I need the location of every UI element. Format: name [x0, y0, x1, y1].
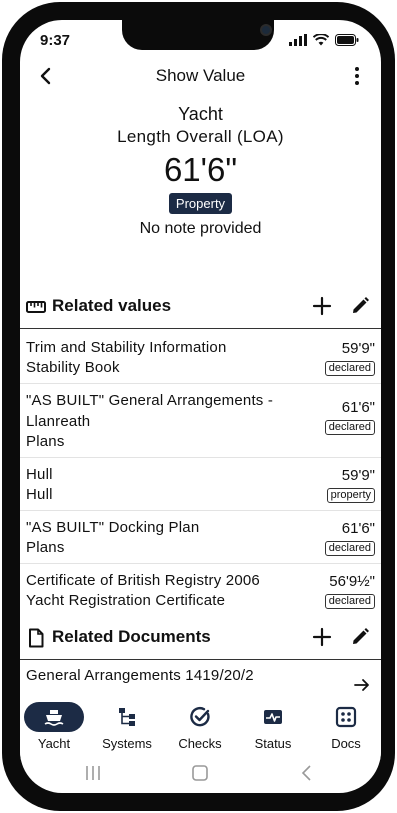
related-value-row[interactable]: Certificate of British Registry 2006 Yac… [20, 564, 381, 616]
related-documents-title: Related Documents [52, 627, 211, 646]
tab-label: Checks [178, 736, 222, 751]
value-type-tag: declared [324, 541, 375, 556]
add-related-document-button[interactable] [311, 626, 333, 648]
more-options-button[interactable] [345, 64, 369, 88]
related-value-row[interactable]: "AS BUILT" Docking Plan Plans 61'6" decl… [20, 511, 381, 564]
tab-label: Systems [102, 736, 152, 751]
arrow-right-icon [354, 679, 369, 691]
tab-docs[interactable]: Docs [310, 700, 381, 756]
cellular-signal-icon [289, 34, 307, 46]
asset-name: Yacht [178, 104, 223, 124]
battery-icon [335, 34, 359, 46]
ruler-icon [26, 301, 46, 313]
section-divider [20, 659, 381, 660]
related-value-source: Yacht Registration Certificate [26, 592, 226, 609]
add-related-value-button[interactable] [311, 295, 333, 317]
value-type-tag: property [326, 488, 375, 503]
value-type-tag: declared [324, 594, 375, 609]
ship-icon [44, 710, 64, 726]
tab-label: Status [254, 736, 292, 751]
related-document-row[interactable]: General Arrangements 1419/20/2 [20, 664, 381, 694]
front-camera [260, 24, 272, 36]
related-value-row[interactable]: Hull Hull 59'9" property [20, 458, 381, 511]
more-vertical-icon [355, 67, 359, 85]
related-value-title: "AS BUILT" Docking Plan [26, 519, 200, 536]
home-icon[interactable] [191, 764, 209, 782]
related-values-title: Related values [52, 296, 172, 315]
status-time: 9:37 [40, 32, 71, 49]
related-value-amount: 59'9" [341, 467, 375, 484]
section-divider [20, 328, 381, 329]
plus-icon [312, 627, 332, 647]
value-note: No note provided [139, 220, 262, 237]
phone-frame: 9:37 Show Value Yacht Length Overall (LO… [2, 2, 395, 811]
related-value-amount: 61'6" [341, 520, 375, 537]
related-documents-header: Related Documents [20, 622, 381, 652]
related-value-source: Hull [26, 486, 53, 503]
related-value-amount: 56'9½" [329, 573, 375, 590]
app-header: Show Value [20, 60, 381, 94]
bottom-tab-bar: Yacht Systems Checks Status Docs [20, 700, 381, 760]
related-value-title: "AS BUILT" General Arrangements - Llanre… [26, 392, 274, 430]
related-value-title: Hull [26, 466, 53, 483]
related-values-list: Trim and Stability Information Stability… [20, 331, 381, 616]
notch [122, 20, 274, 50]
systems-icon [119, 708, 135, 726]
app-screen: 9:37 Show Value Yacht Length Overall (LO… [20, 20, 381, 793]
related-value-amount: 61'6" [341, 399, 375, 416]
tab-systems[interactable]: Systems [91, 700, 163, 756]
docs-icon [335, 706, 357, 728]
related-value-row[interactable]: Trim and Stability Information Stability… [20, 331, 381, 384]
related-value-amount: 59'9" [341, 340, 375, 357]
related-value-source: Plans [26, 539, 65, 556]
value-summary: Yacht Length Overall (LOA) 61'6" Propert… [20, 104, 381, 238]
related-value-row[interactable]: "AS BUILT" General Arrangements - Llanre… [20, 384, 381, 458]
tab-checks[interactable]: Checks [164, 700, 236, 756]
edit-related-values-button[interactable] [349, 295, 371, 317]
related-values-header: Related values [20, 291, 381, 321]
recent-apps-icon[interactable] [84, 764, 102, 782]
edit-related-documents-button[interactable] [349, 626, 371, 648]
tab-yacht[interactable]: Yacht [20, 700, 90, 756]
related-value-title: Trim and Stability Information [26, 339, 227, 356]
value-type-tag: declared [324, 361, 375, 376]
pencil-icon [353, 628, 369, 644]
related-value-source: Plans [26, 433, 65, 450]
back-nav-icon[interactable] [298, 764, 316, 782]
value-type-tag: declared [324, 420, 375, 435]
tab-label: Yacht [37, 736, 71, 751]
document-icon [29, 628, 44, 648]
value-type-badge: Property [168, 193, 233, 214]
tab-status[interactable]: Status [237, 700, 309, 756]
status-icon [264, 710, 282, 724]
related-value-source: Stability Book [26, 359, 120, 376]
wifi-icon [313, 34, 329, 46]
pencil-icon [353, 297, 369, 313]
active-tab-indicator [24, 702, 84, 732]
check-circle-icon [190, 706, 210, 727]
related-value-title: Certificate of British Registry 2006 [26, 572, 260, 589]
plus-icon [312, 296, 332, 316]
property-value: 61'6" [163, 151, 238, 188]
related-document-title: General Arrangements 1419/20/2 [26, 667, 254, 684]
page-title: Show Value [155, 66, 246, 85]
system-nav-bar [20, 762, 381, 792]
status-icons [289, 34, 359, 46]
property-label: Length Overall (LOA) [117, 127, 284, 146]
tab-label: Docs [331, 736, 361, 751]
